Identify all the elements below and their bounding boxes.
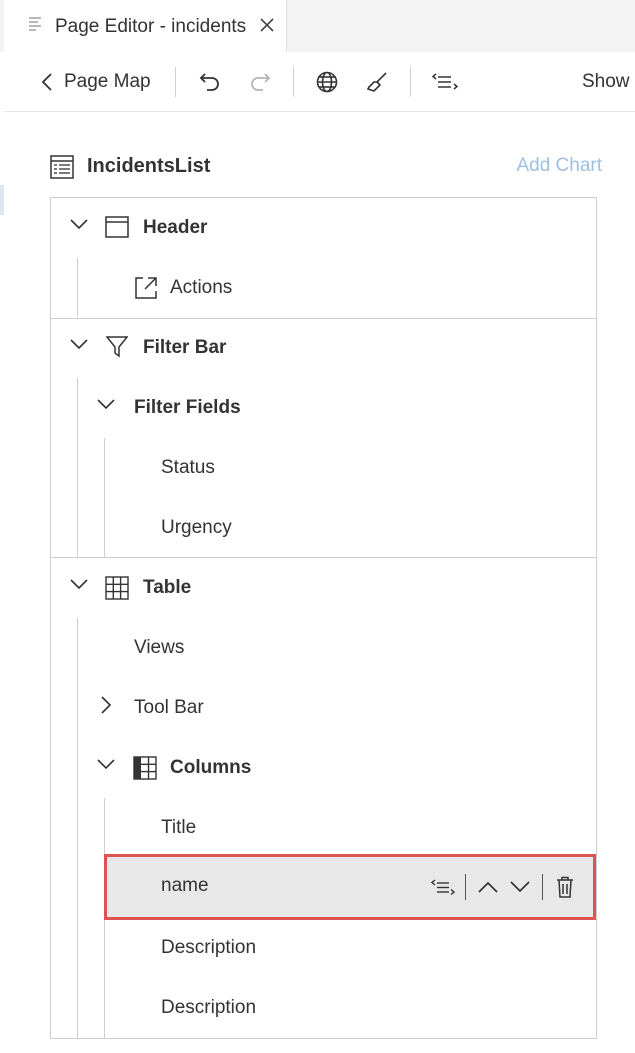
tree-item-label: Columns bbox=[170, 757, 252, 778]
grid-table-icon bbox=[105, 576, 129, 600]
clean-button[interactable] bbox=[366, 52, 388, 112]
tab-title: Page Editor - incidents bbox=[55, 16, 247, 37]
tree-item-views[interactable]: Views bbox=[51, 618, 596, 678]
tree-item-columns[interactable]: Columns bbox=[51, 738, 596, 798]
show-label: Show bbox=[582, 71, 630, 92]
navigate-to-source-icon bbox=[431, 878, 455, 896]
page-map-content: IncidentsList Add Chart Header Actions F… bbox=[4, 113, 635, 1053]
tree-item-label: Filter Bar bbox=[143, 337, 227, 358]
tree-item-label: Urgency bbox=[161, 517, 232, 538]
undo-icon bbox=[199, 72, 221, 92]
navigate-to-source-button[interactable] bbox=[427, 871, 459, 903]
add-chart-link[interactable]: Add Chart bbox=[516, 155, 602, 177]
move-up-icon bbox=[478, 881, 498, 893]
tree-item-column-title[interactable]: Title bbox=[51, 798, 596, 858]
page-map-button[interactable]: Page Map bbox=[42, 52, 151, 112]
tree-item-header[interactable]: Header bbox=[51, 198, 596, 258]
toolbar-separator bbox=[410, 67, 411, 97]
table-list-icon bbox=[50, 155, 74, 179]
show-button[interactable]: Show bbox=[582, 52, 630, 112]
delete-icon bbox=[556, 876, 574, 898]
tree-item-label: Header bbox=[143, 217, 208, 238]
actions-separator bbox=[465, 874, 466, 900]
tree-item-column-description[interactable]: Description bbox=[51, 978, 596, 1038]
outline-title: IncidentsList bbox=[87, 155, 211, 177]
outline-header: IncidentsList Add Chart bbox=[50, 153, 602, 183]
editor-tab-strip: Page Editor - incidents bbox=[0, 0, 635, 52]
redo-button[interactable] bbox=[249, 52, 271, 112]
redo-icon bbox=[249, 72, 271, 92]
tree-item-table[interactable]: Table bbox=[51, 558, 596, 618]
columns-icon bbox=[133, 756, 157, 780]
tree-item-label: Status bbox=[161, 457, 215, 478]
globe-button[interactable] bbox=[316, 52, 338, 112]
page-editor-toolbar: Page Map Show bbox=[4, 52, 635, 112]
tree-item-tool-bar[interactable]: Tool Bar bbox=[51, 678, 596, 738]
tree-item-column-name-selected[interactable]: name bbox=[104, 854, 596, 920]
delete-button[interactable] bbox=[549, 871, 581, 903]
chevron-down-icon[interactable] bbox=[70, 339, 88, 349]
tree-item-label: Tool Bar bbox=[134, 697, 204, 718]
chevron-down-icon[interactable] bbox=[97, 399, 115, 409]
chevron-down-icon[interactable] bbox=[70, 579, 88, 589]
actions-separator bbox=[542, 874, 543, 900]
tree-item-actions[interactable]: Actions bbox=[51, 258, 596, 318]
broom-icon bbox=[366, 71, 388, 93]
editor-tab[interactable]: Page Editor - incidents bbox=[4, 0, 287, 52]
move-down-button[interactable] bbox=[504, 871, 536, 903]
chevron-down-icon[interactable] bbox=[70, 219, 88, 229]
external-link-icon bbox=[134, 276, 158, 300]
page-lines-icon bbox=[29, 17, 41, 31]
filter-icon bbox=[106, 336, 128, 358]
tree-item-urgency[interactable]: Urgency bbox=[51, 498, 596, 558]
tree-item-label: Title bbox=[161, 817, 197, 838]
chevron-right-icon[interactable] bbox=[101, 696, 111, 714]
page-map-label: Page Map bbox=[64, 71, 151, 92]
close-icon[interactable] bbox=[260, 18, 274, 32]
move-up-button[interactable] bbox=[472, 871, 504, 903]
toolbar-separator bbox=[175, 67, 176, 97]
navigate-button[interactable] bbox=[432, 52, 458, 112]
undo-button[interactable] bbox=[199, 52, 221, 112]
tree-item-label: Actions bbox=[170, 277, 233, 298]
toolbar-separator bbox=[293, 67, 294, 97]
row-actions bbox=[427, 857, 581, 917]
globe-icon bbox=[316, 71, 338, 93]
tree-item-label: Views bbox=[134, 637, 185, 658]
tree-item-label: Table bbox=[143, 577, 192, 598]
tree-item-label: Description bbox=[161, 997, 257, 1018]
tree-item-label: Description bbox=[161, 937, 257, 958]
tree-item-filter-fields[interactable]: Filter Fields bbox=[51, 378, 596, 438]
tree-item-label: Filter Fields bbox=[134, 397, 241, 418]
move-down-icon bbox=[510, 881, 530, 893]
chevron-down-icon[interactable] bbox=[97, 759, 115, 769]
tree-item-status[interactable]: Status bbox=[51, 438, 596, 498]
header-layout-icon bbox=[105, 216, 129, 238]
navigate-to-source-icon bbox=[432, 73, 458, 91]
tree-item-column-description[interactable]: Description bbox=[51, 918, 596, 978]
page-outline-tree: Header Actions Filter Bar Filter Fields bbox=[50, 197, 597, 1039]
chevron-left-icon bbox=[42, 73, 52, 91]
tree-item-filter-bar[interactable]: Filter Bar bbox=[51, 318, 596, 378]
tree-item-label: name bbox=[161, 875, 209, 896]
